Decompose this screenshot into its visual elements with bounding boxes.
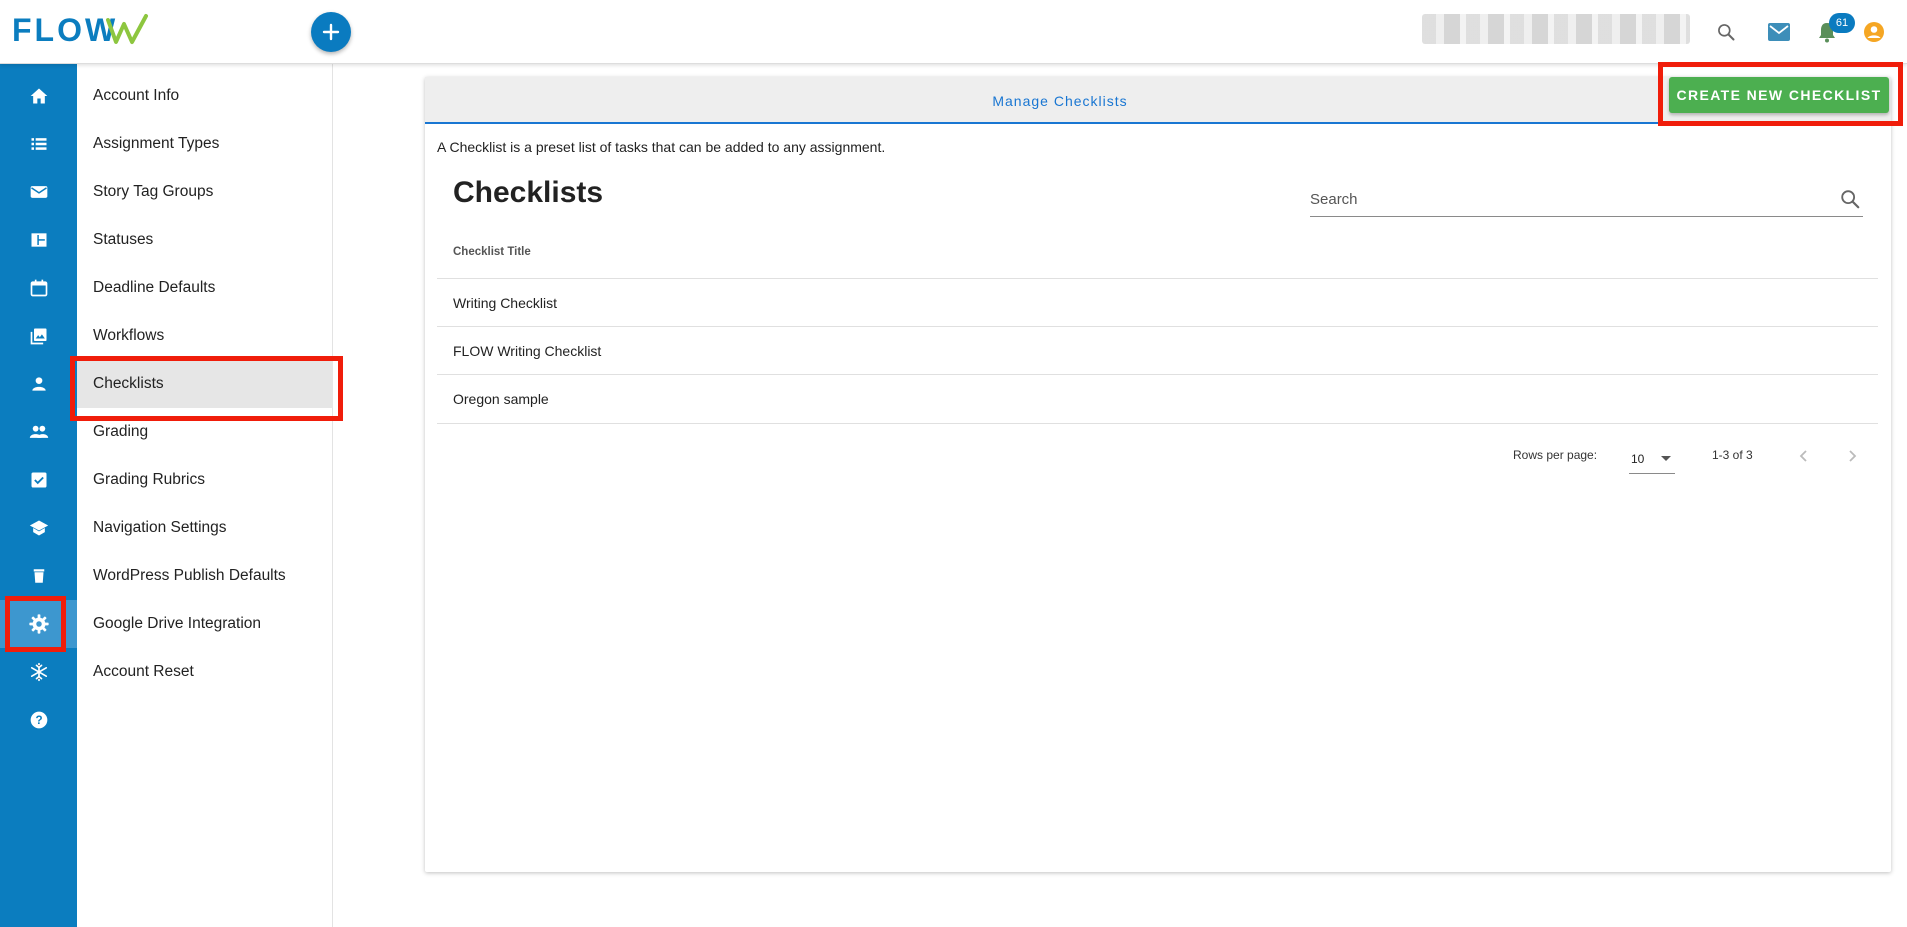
- tab-manage-checklists[interactable]: Manage Checklists: [425, 77, 1695, 124]
- photo-library-icon: [30, 328, 46, 345]
- settings-nav-grading-rubrics[interactable]: Grading Rubrics: [77, 456, 333, 504]
- rail-item-trash[interactable]: [0, 552, 77, 600]
- help-icon: ?: [30, 711, 47, 729]
- table-row[interactable]: FLOW Writing Checklist: [437, 327, 1878, 374]
- rail-item-help[interactable]: ?: [0, 696, 77, 744]
- rail-item-mail[interactable]: [0, 168, 77, 216]
- dashboard-icon: [31, 233, 46, 247]
- settings-nav-assignment-types[interactable]: Assignment Types: [77, 120, 333, 168]
- list-icon: [31, 138, 46, 150]
- pagination-range: 1-3 of 3: [1712, 448, 1753, 462]
- table-row[interactable]: Writing Checklist: [437, 279, 1878, 326]
- rows-per-page-label: Rows per page:: [1513, 448, 1598, 462]
- svg-text:?: ?: [35, 714, 42, 727]
- account-circle-icon[interactable]: [1862, 20, 1886, 44]
- settings-nav-deadline-defaults[interactable]: Deadline Defaults: [77, 264, 333, 312]
- settings-nav-statuses[interactable]: Statuses: [77, 216, 333, 264]
- people-icon: [29, 425, 48, 438]
- rail-item-people[interactable]: [0, 408, 77, 456]
- top-bar: FLOW 61: [0, 0, 1907, 64]
- notification-count-badge: 61: [1829, 13, 1855, 33]
- settings-nav-navigation-settings[interactable]: Navigation Settings: [77, 504, 333, 552]
- gear-icon: [28, 614, 49, 634]
- person-icon: [31, 377, 46, 391]
- chevron-right-icon: [1849, 450, 1857, 462]
- mail-icon[interactable]: [1767, 20, 1791, 44]
- rail-item-snowflake[interactable]: [0, 648, 77, 696]
- settings-nav-story-tag-groups[interactable]: Story Tag Groups: [77, 168, 333, 216]
- caret-down-icon: [1661, 456, 1671, 461]
- home-icon: [30, 88, 47, 104]
- flow-logo[interactable]: FLOW: [12, 12, 162, 46]
- svg-text:FLOW: FLOW: [12, 12, 118, 46]
- user-name-blurred: [1422, 14, 1690, 44]
- settings-nav-grading[interactable]: Grading: [77, 408, 333, 456]
- page-title: Checklists: [453, 176, 604, 209]
- rail-item-media[interactable]: [0, 312, 77, 360]
- main-nav-rail: ?: [0, 64, 77, 927]
- chevron-left-icon: [1799, 450, 1807, 462]
- school-icon: [29, 520, 48, 536]
- previous-page-button[interactable]: [1792, 444, 1816, 468]
- snowflake-icon: [30, 662, 47, 682]
- rows-per-page-value: 10: [1631, 451, 1645, 466]
- checkbox-icon: [31, 472, 46, 488]
- add-new-button[interactable]: [311, 12, 351, 52]
- settings-nav-account-reset[interactable]: Account Reset: [77, 648, 333, 696]
- rail-item-list[interactable]: [0, 120, 77, 168]
- settings-nav-checklists[interactable]: Checklists: [77, 360, 333, 408]
- settings-nav-account-info[interactable]: Account Info: [77, 72, 333, 120]
- column-header-checklist-title[interactable]: Checklist Title: [453, 246, 531, 258]
- search-icon[interactable]: [1714, 20, 1738, 44]
- table-row[interactable]: Oregon sample: [437, 375, 1878, 422]
- calendar-icon: [30, 279, 47, 297]
- rail-item-tasks[interactable]: [0, 456, 77, 504]
- plus-icon: [322, 23, 340, 41]
- create-new-checklist-button[interactable]: CREATE NEW CHECKLIST: [1669, 77, 1889, 113]
- search-icon[interactable]: [1839, 188, 1861, 210]
- search-input[interactable]: [1310, 184, 1830, 214]
- mail-icon: [30, 186, 47, 198]
- rail-item-dashboard[interactable]: [0, 216, 77, 264]
- rail-item-person[interactable]: [0, 360, 77, 408]
- table-divider: [437, 423, 1878, 424]
- settings-sidebar: Account Info Assignment Types Story Tag …: [77, 64, 333, 927]
- rail-item-calendar[interactable]: [0, 264, 77, 312]
- search-field: [1310, 184, 1863, 217]
- settings-nav-workflows[interactable]: Workflows: [77, 312, 333, 360]
- next-page-button[interactable]: [1840, 444, 1864, 468]
- checklist-description: A Checklist is a preset list of tasks th…: [437, 139, 886, 155]
- rail-item-home[interactable]: [0, 72, 77, 120]
- trash-icon: [33, 569, 44, 583]
- settings-nav-wordpress-publish-defaults[interactable]: WordPress Publish Defaults: [77, 552, 333, 600]
- rail-item-settings[interactable]: [0, 600, 77, 648]
- settings-nav-google-drive-integration[interactable]: Google Drive Integration: [77, 600, 333, 648]
- rows-per-page-select[interactable]: 10: [1629, 444, 1675, 474]
- rail-item-school[interactable]: [0, 504, 77, 552]
